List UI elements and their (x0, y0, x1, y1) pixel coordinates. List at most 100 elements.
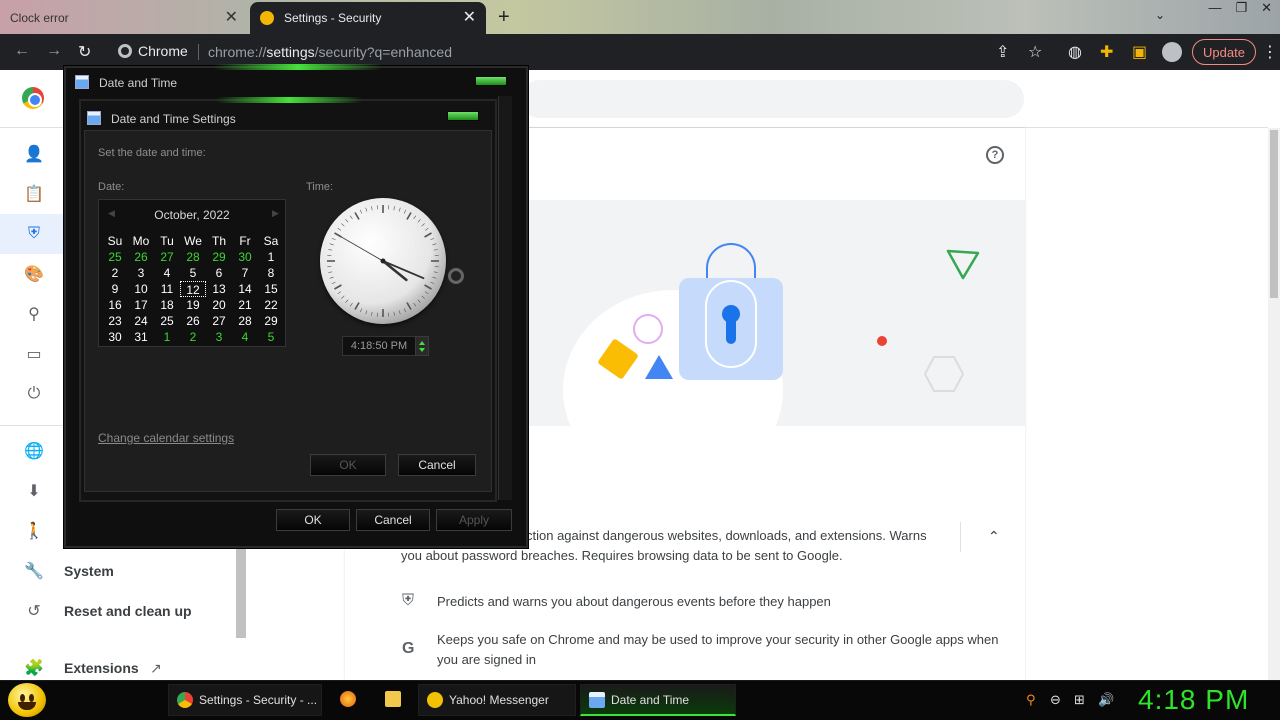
restore-icon[interactable]: ❐ (1235, 0, 1247, 16)
profile-flag-icon[interactable]: ◍ (1068, 42, 1082, 62)
calendar-day[interactable]: 19 (180, 297, 206, 313)
page-scrollbar[interactable] (1268, 128, 1280, 680)
network-icon[interactable]: ⊞ (1074, 692, 1085, 708)
calendar-day[interactable]: 4 (154, 265, 180, 281)
outer-apply-button[interactable]: Apply (436, 509, 512, 531)
clock-minute-tick (417, 219, 421, 223)
calendar-day[interactable]: 6 (206, 265, 232, 281)
chevron-up-icon[interactable]: ⌃ (988, 528, 1000, 545)
globe-icon: 🌐 (24, 443, 44, 460)
calendar-day[interactable]: 29 (206, 249, 232, 265)
calendar-day[interactable]: 30 (102, 329, 128, 345)
calendar-day[interactable]: 31 (128, 329, 154, 345)
calendar-day[interactable]: 26 (128, 249, 154, 265)
calendar-day[interactable]: 30 (232, 249, 258, 265)
inner-cancel-button[interactable]: Cancel (398, 454, 476, 476)
time-spinner[interactable] (415, 336, 429, 356)
calendar-day[interactable]: 12 (180, 281, 206, 297)
outer-ok-button[interactable]: OK (276, 509, 350, 531)
forward-arrow-icon[interactable]: → (46, 42, 62, 60)
calendar-day[interactable]: 7 (232, 265, 258, 281)
settings-search-input[interactable] (520, 80, 1024, 118)
calendar-day[interactable]: 8 (258, 265, 284, 281)
calendar-day[interactable]: 20 (206, 297, 232, 313)
sidebar-scrollbar[interactable] (236, 548, 246, 638)
sidebar-item-reset[interactable]: ↺ Reset and clean up (0, 591, 236, 631)
calendar-day[interactable]: 22 (258, 297, 284, 313)
calendar-day[interactable]: 13 (206, 281, 232, 297)
calendar-day[interactable]: 27 (154, 249, 180, 265)
calendar-day[interactable]: 11 (154, 281, 180, 297)
dialog-close-button[interactable] (475, 76, 507, 86)
calendar-day[interactable]: 9 (102, 281, 128, 297)
calendar-day[interactable]: 26 (180, 313, 206, 329)
site-chip[interactable]: Chrome (118, 43, 188, 59)
close-icon[interactable]: ✕ (225, 10, 238, 26)
calendar-day[interactable]: 15 (258, 281, 284, 297)
calendar-day[interactable]: 24 (128, 313, 154, 329)
search-icon[interactable]: ⚲ (1026, 692, 1036, 708)
dialog-close-button[interactable] (447, 111, 479, 121)
calendar-month-year[interactable]: October, 2022 (98, 208, 286, 222)
taskbar-clock[interactable]: 4:18 PM (1138, 684, 1249, 716)
firefox-icon[interactable] (340, 691, 356, 707)
avatar[interactable] (1162, 42, 1182, 62)
taskbar-item-date-and-time[interactable]: Date and Time (580, 684, 736, 716)
scrollbar-thumb[interactable] (1270, 130, 1278, 298)
taskbar-item-yahoo-messenger[interactable]: Yahoo! Messenger (418, 684, 576, 716)
calendar-day[interactable]: 2 (102, 265, 128, 281)
calendar-day[interactable]: 2 (180, 329, 206, 345)
start-button[interactable] (8, 683, 46, 717)
volume-icon[interactable]: 🔊 (1098, 692, 1114, 708)
sidebar-item-system[interactable]: 🔧 System (0, 551, 236, 591)
calendar-day[interactable]: 21 (232, 297, 258, 313)
help-icon[interactable]: ? (986, 146, 1004, 164)
calendar-day[interactable]: 25 (154, 313, 180, 329)
close-window-icon[interactable]: ✕ (1261, 0, 1272, 16)
inner-ok-button[interactable]: OK (310, 454, 386, 476)
side-panel-icon[interactable]: ▣ (1132, 42, 1147, 62)
share-icon[interactable]: ⇪ (996, 42, 1009, 62)
calendar-day[interactable]: 1 (154, 329, 180, 345)
outer-cancel-button[interactable]: Cancel (356, 509, 430, 531)
time-input[interactable]: 4:18:50 PM (342, 336, 416, 356)
tab-clock-error[interactable]: Clock error ✕ (0, 2, 248, 34)
calendar-day[interactable]: 18 (154, 297, 180, 313)
calendar-day[interactable]: 1 (258, 249, 284, 265)
new-tab-button[interactable]: + (498, 6, 510, 29)
close-icon[interactable]: ✕ (463, 10, 476, 26)
chevron-down-icon[interactable]: ⌄ (1155, 8, 1165, 22)
calendar-day[interactable]: 27 (206, 313, 232, 329)
update-button[interactable]: Update (1192, 39, 1256, 65)
clock-face (327, 205, 439, 317)
calendar-day[interactable]: 28 (180, 249, 206, 265)
calendar-day[interactable]: 5 (180, 265, 206, 281)
calendar-day[interactable]: 10 (128, 281, 154, 297)
clock-hour-tick (334, 232, 342, 238)
star-icon[interactable]: ☆ (1028, 42, 1042, 62)
folder-icon[interactable] (385, 691, 401, 707)
change-calendar-settings-link[interactable]: Change calendar settings (98, 431, 234, 445)
spin-up-icon[interactable] (419, 341, 425, 345)
tab-settings-security[interactable]: Settings - Security ✕ (250, 2, 486, 34)
calendar-day[interactable]: 5 (258, 329, 284, 345)
calendar-day[interactable]: 25 (102, 249, 128, 265)
calendar-day[interactable]: 4 (232, 329, 258, 345)
calendar-day[interactable]: 17 (128, 297, 154, 313)
taskbar-item-chrome[interactable]: Settings - Security - ... (168, 684, 322, 716)
reload-icon[interactable]: ↻ (78, 42, 91, 62)
calendar-day[interactable]: 3 (128, 265, 154, 281)
calendar-day[interactable]: 14 (232, 281, 258, 297)
address-bar[interactable]: chrome://settings/security?q=enhanced (208, 44, 452, 60)
calendar-day[interactable]: 3 (206, 329, 232, 345)
back-arrow-icon[interactable]: ← (14, 42, 30, 60)
extensions-puzzle-icon[interactable]: ✚ (1100, 42, 1113, 62)
calendar-day[interactable]: 16 (102, 297, 128, 313)
minimize-icon[interactable]: — (1208, 0, 1221, 16)
calendar-day[interactable]: 23 (102, 313, 128, 329)
more-menu-icon[interactable]: ⋮ (1262, 42, 1278, 62)
calendar-day[interactable]: 29 (258, 313, 284, 329)
calendar-day[interactable]: 28 (232, 313, 258, 329)
minus-circle-icon[interactable]: ⊖ (1050, 692, 1061, 708)
spin-down-icon[interactable] (419, 348, 425, 352)
